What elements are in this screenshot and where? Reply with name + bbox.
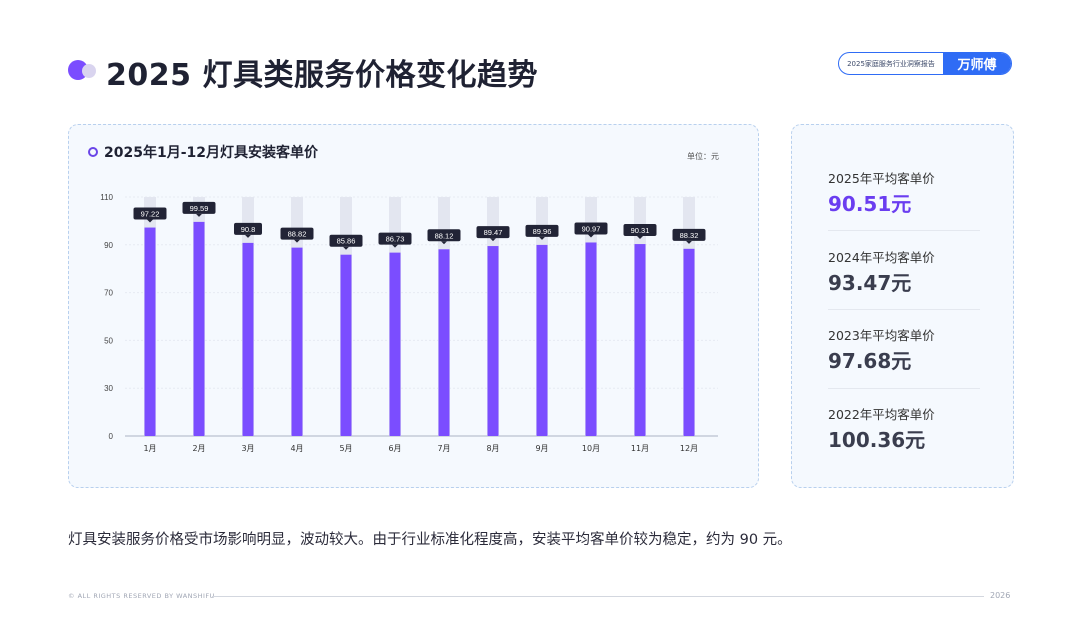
data-label: 89.96 — [533, 227, 552, 236]
stat-value: 90.51元 — [828, 192, 912, 216]
data-label: 90.97 — [582, 224, 601, 233]
stat-value: 93.47元 — [828, 271, 912, 295]
stat-label: 2022年平均客单价 — [828, 407, 935, 422]
data-label: 88.12 — [435, 231, 454, 240]
data-label: 90.31 — [631, 226, 650, 235]
data-label: 99.59 — [190, 204, 209, 213]
bar — [683, 248, 695, 436]
bar — [291, 247, 303, 436]
y-tick-label: 90 — [104, 241, 113, 250]
x-tick-label: 4月 — [290, 444, 303, 453]
bar — [340, 254, 352, 436]
data-label: 86.73 — [386, 235, 405, 244]
bar — [144, 227, 156, 436]
y-tick-label: 50 — [104, 336, 113, 345]
stat-value: 97.68元 — [828, 349, 912, 373]
bar — [438, 249, 450, 436]
x-tick-label: 8月 — [486, 444, 499, 453]
x-tick-label: 1月 — [143, 444, 156, 453]
bar — [536, 244, 548, 436]
stat-separator — [828, 309, 980, 310]
stat-label: 2024年平均客单价 — [828, 250, 935, 265]
x-tick-label: 3月 — [241, 444, 254, 453]
footer-year: 2026 — [990, 591, 1011, 600]
data-label: 90.8 — [241, 225, 256, 234]
copyright-text: © ALL RIGHTS RESERVED BY WANSHIFU — [68, 592, 215, 600]
bar — [487, 246, 499, 436]
data-label: 97.22 — [141, 210, 160, 219]
y-tick-label: 70 — [104, 289, 113, 298]
stat-separator — [828, 230, 980, 231]
bar — [585, 242, 597, 436]
x-tick-label: 7月 — [437, 444, 450, 453]
x-tick-label: 12月 — [680, 444, 698, 453]
data-label: 85.86 — [337, 237, 356, 246]
bar — [389, 252, 401, 436]
summary-text: 灯具安装服务价格受市场影响明显，波动较大。由于行业标准化程度高，安装平均客单价较… — [68, 532, 792, 548]
x-tick-label: 5月 — [339, 444, 352, 453]
stat-separator — [828, 388, 980, 389]
bar — [242, 242, 254, 436]
data-label: 88.32 — [680, 231, 699, 240]
stat-label: 2023年平均客单价 — [828, 328, 935, 343]
x-tick-label: 10月 — [582, 444, 600, 453]
x-tick-label: 6月 — [388, 444, 401, 453]
bar — [193, 221, 205, 436]
footer-divider — [212, 596, 984, 597]
y-tick-label: 110 — [100, 193, 113, 202]
bar — [634, 244, 646, 436]
stat-label: 2025年平均客单价 — [828, 171, 935, 186]
data-label: 88.82 — [288, 230, 307, 239]
x-tick-label: 2月 — [192, 444, 205, 453]
y-tick-label: 30 — [104, 384, 113, 393]
y-tick-label: 0 — [109, 432, 114, 441]
x-tick-label: 11月 — [631, 444, 649, 453]
stat-value: 100.36元 — [828, 428, 926, 452]
x-tick-label: 9月 — [535, 444, 548, 453]
data-label: 89.47 — [484, 228, 503, 237]
